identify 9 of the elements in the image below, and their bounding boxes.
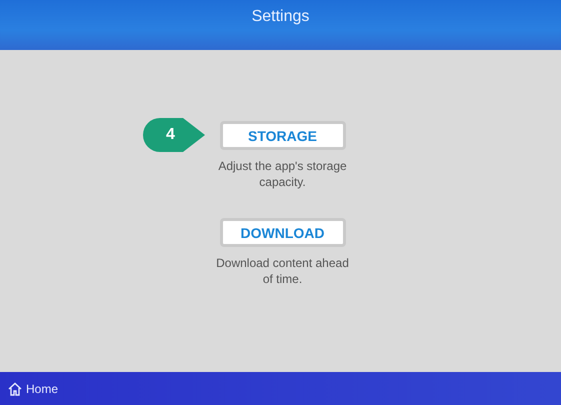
option-button[interactable]: DOWNLOAD xyxy=(220,218,346,247)
callout-number: 4 xyxy=(165,126,176,144)
option-button[interactable]: STORAGE xyxy=(220,121,346,150)
option-description: Adjust the app's storage capacity. xyxy=(217,158,348,190)
home-button[interactable]: Home xyxy=(8,382,58,396)
callout-marker xyxy=(142,118,204,152)
home-icon xyxy=(8,382,22,396)
page-title: Settings xyxy=(252,8,310,27)
option-description: Download content ahead of time. xyxy=(215,255,350,287)
